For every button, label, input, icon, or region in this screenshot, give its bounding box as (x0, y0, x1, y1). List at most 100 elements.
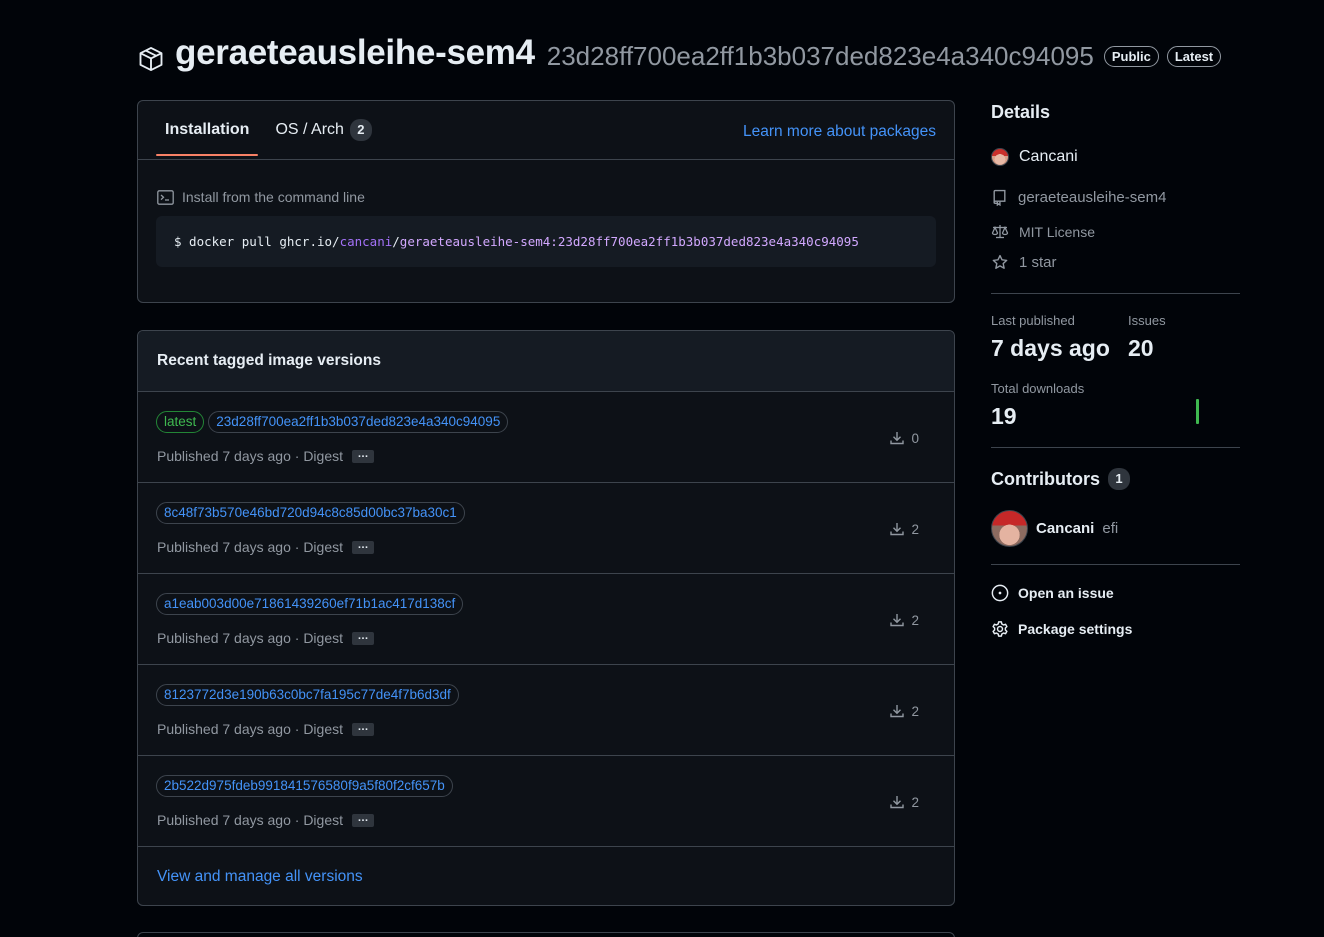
issues-value[interactable]: 20 (1128, 335, 1154, 362)
gear-icon (991, 620, 1009, 638)
download-count: 2 (911, 612, 919, 628)
terminal-icon (157, 189, 174, 205)
open-issue-label: Open an issue (1018, 585, 1114, 601)
repo-icon (991, 189, 1008, 206)
version-meta: Published 7 days ago · Digest (157, 630, 343, 646)
package-icon (137, 45, 165, 73)
license-name: MIT License (1019, 223, 1095, 240)
version-row: latest 23d28ff700ea2ff1b3b037ded823e4a34… (138, 392, 954, 483)
install-label: Install from the command line (157, 189, 365, 205)
download-count: 2 (911, 521, 919, 537)
download-icon (889, 612, 905, 628)
version-tag[interactable]: 8123772d3e190b63c0bc7fa195c77de4f7b6d3df (156, 684, 459, 706)
digest-expand-button[interactable]: … (352, 721, 374, 736)
latest-badge: Latest (1166, 45, 1222, 67)
version-meta: Published 7 days ago · Digest (157, 721, 343, 737)
package-header: geraeteausleihe-sem4 23d28ff700ea2ff1b3b… (137, 28, 1222, 78)
versions-panel: Recent tagged image versions latest 23d2… (137, 330, 955, 906)
downloads-sparkline (1196, 399, 1199, 424)
next-panel-edge (137, 932, 955, 937)
version-tag[interactable]: 8c48f73b570e46bd720d94c8c85d00bc37ba30c1 (156, 502, 465, 524)
owner-name: Cancani (1019, 148, 1078, 165)
contributors-counter: 1 (1107, 468, 1130, 490)
contributors-title: Contributors (991, 468, 1100, 489)
digest-expand-button[interactable]: … (352, 630, 374, 645)
owner-avatar (991, 148, 1009, 166)
version-row: a1eab003d00e71861439260ef71b1ac417d138cf… (138, 574, 954, 665)
visibility-badge: Public (1103, 45, 1159, 67)
sidebar-divider (991, 447, 1240, 448)
details-section: Details (991, 102, 1241, 123)
version-downloads: 2 (889, 703, 919, 719)
version-downloads: 2 (889, 794, 919, 810)
install-label-text: Install from the command line (182, 189, 365, 205)
tab-os-arch-label: OS / Arch (275, 121, 344, 138)
learn-more-link[interactable]: Learn more about packages (743, 123, 936, 141)
package-settings-label: Package settings (1018, 621, 1133, 637)
package-name: geraeteausleihe-sem4 (175, 33, 535, 72)
issue-opened-icon (991, 584, 1009, 602)
version-downloads: 2 (889, 612, 919, 628)
version-tag[interactable]: 2b522d975fdeb991841576580f9a5f80f2cf657b (156, 775, 453, 797)
contributor-avatar (991, 510, 1028, 547)
version-row: 8123772d3e190b63c0bc7fa195c77de4f7b6d3df… (138, 665, 954, 756)
contributor-name: Cancani (1036, 520, 1095, 537)
open-issue-button[interactable]: Open an issue (991, 584, 1114, 602)
download-icon (889, 794, 905, 810)
stars-link[interactable]: 1 star (991, 254, 1057, 271)
version-tag[interactable]: a1eab003d00e71861439260ef71b1ac417d138cf (156, 593, 464, 615)
version-row: 2b522d975fdeb991841576580f9a5f80f2cf657b… (138, 756, 954, 847)
package-digest: 23d28ff700ea2ff1b3b037ded823e4a340c94095 (546, 40, 1094, 71)
install-panel: Installation OS / Arch 2 Learn more abou… (137, 100, 955, 303)
digest-expand-button[interactable]: … (352, 448, 374, 463)
download-icon (889, 703, 905, 719)
download-count: 2 (911, 794, 919, 810)
tab-installation-label: Installation (165, 121, 250, 138)
contributor-item[interactable]: Cancani efi (991, 510, 1241, 547)
license-link[interactable]: MIT License (991, 223, 1095, 240)
install-command[interactable]: $ docker pull ghcr.io/cancani / geraeteaus… (156, 216, 936, 267)
command-prefix: $ docker pull ghcr.io/ (174, 234, 340, 249)
contributors-header: Contributors 1 (991, 468, 1241, 490)
version-row: 8c48f73b570e46bd720d94c8c85d00bc37ba30c1… (138, 483, 954, 574)
install-tabs: Installation OS / Arch 2 Learn more abou… (138, 101, 954, 160)
version-downloads: 2 (889, 521, 919, 537)
contributor-login: efi (1102, 520, 1119, 537)
repo-name: geraeteausleihe-sem4 (1018, 189, 1167, 206)
download-count: 0 (911, 430, 919, 446)
version-meta: Published 7 days ago · Digest (157, 448, 343, 464)
version-meta: Published 7 days ago · Digest (157, 539, 343, 555)
download-icon (889, 521, 905, 537)
last-published-value: 7 days ago (991, 335, 1110, 361)
tab-os-arch[interactable]: OS / Arch 2 (266, 101, 380, 159)
downloads-label: Total downloads (991, 381, 1085, 396)
version-meta: Published 7 days ago · Digest (157, 812, 343, 828)
repo-link[interactable]: geraeteausleihe-sem4 (991, 189, 1166, 206)
digest-expand-button[interactable]: … (352, 812, 374, 827)
os-arch-counter: 2 (349, 119, 372, 141)
version-downloads: 0 (889, 430, 919, 446)
issues-label: Issues (1128, 313, 1166, 328)
package-settings-button[interactable]: Package settings (991, 620, 1132, 638)
view-all-versions-link[interactable]: View and manage all versions (157, 868, 363, 886)
command-image: geraeteausleihe-sem4:23d28ff700ea2ff1b3b… (399, 234, 859, 249)
download-icon (889, 430, 905, 446)
versions-title: Recent tagged image versions (138, 331, 954, 392)
star-icon (991, 254, 1009, 271)
owner-link[interactable]: Cancani (991, 148, 1078, 166)
download-count: 2 (911, 703, 919, 719)
version-tag-latest[interactable]: latest (156, 411, 205, 433)
downloads-value: 19 (991, 403, 1017, 429)
star-count: 1 star (1019, 254, 1057, 271)
command-user: cancani (339, 234, 393, 249)
details-title: Details (991, 102, 1051, 122)
digest-expand-button[interactable]: … (352, 539, 374, 554)
tab-installation[interactable]: Installation (156, 101, 259, 159)
details-list: Cancani geraeteausleihe-sem4 MIT License… (991, 146, 1241, 286)
law-icon (991, 223, 1009, 240)
version-tag[interactable]: 23d28ff700ea2ff1b3b037ded823e4a340c94095 (208, 411, 509, 433)
last-published-label: Last published (991, 313, 1075, 328)
sidebar-actions: Open an issue Package settings (991, 584, 1241, 644)
sidebar-divider (991, 293, 1240, 294)
command-slash: / (392, 234, 400, 249)
